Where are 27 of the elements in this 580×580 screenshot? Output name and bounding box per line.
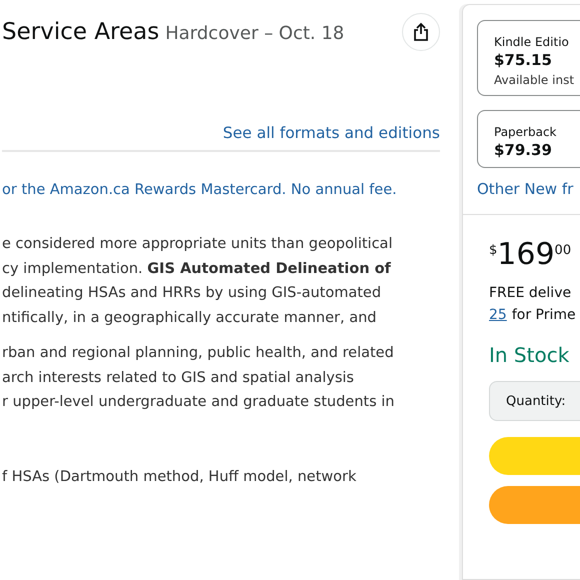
description-paragraph: e considered more appropriate units than geopolitical cy implementation. GIS Automated Delineation of delineating HSAs and HRRs by using GIS-automated ntifically, in a geographically accurate manner, and bbox=[2, 235, 394, 328]
description-paragraph: rban and regional planning, public health, and related arch interests related to GIS and spatial analysis r upper-level undergraduate and graduate students in bbox=[2, 344, 396, 412]
delivery-text: for Prime bbox=[512, 307, 576, 323]
card-offer-link[interactable]: or the Amazon.ca Rewards Mastercard. No annual fee. bbox=[2, 182, 397, 198]
format-price: $79.39 bbox=[494, 141, 553, 159]
format-card[interactable]: Kindle Editio $75.15 Available inst bbox=[477, 20, 580, 96]
share-button[interactable] bbox=[402, 13, 440, 51]
availability-text: In Stock bbox=[489, 343, 570, 367]
delivery-text: FREE delive bbox=[489, 285, 572, 301]
price-fraction: 00 bbox=[554, 243, 572, 258]
price-currency: $ bbox=[489, 243, 498, 258]
format-note: Available inst bbox=[494, 73, 576, 87]
share-icon bbox=[411, 22, 431, 42]
format-name: Paperback bbox=[494, 125, 558, 139]
description-paragraph: f HSAs (Dartmouth method, Huff model, network bbox=[2, 468, 358, 486]
formats-link[interactable]: See all formats and editions bbox=[222, 124, 440, 142]
purchase-button[interactable] bbox=[489, 437, 580, 475]
delivery-date-link[interactable]: 25 bbox=[489, 307, 507, 323]
format-date: Hardcover – Oct. 18 bbox=[165, 23, 344, 44]
product-title: Service Areas bbox=[2, 19, 160, 45]
other-sellers-link[interactable]: Other New fr bbox=[477, 180, 574, 198]
price-whole: 169 bbox=[497, 237, 555, 273]
quantity-dropdown[interactable]: Quantity: bbox=[489, 381, 580, 421]
format-card[interactable]: Paperback $79.39 bbox=[477, 110, 580, 168]
purchase-button[interactable] bbox=[489, 486, 580, 524]
format-price: $75.15 bbox=[494, 51, 553, 69]
format-name: Kindle Editio bbox=[494, 35, 570, 49]
